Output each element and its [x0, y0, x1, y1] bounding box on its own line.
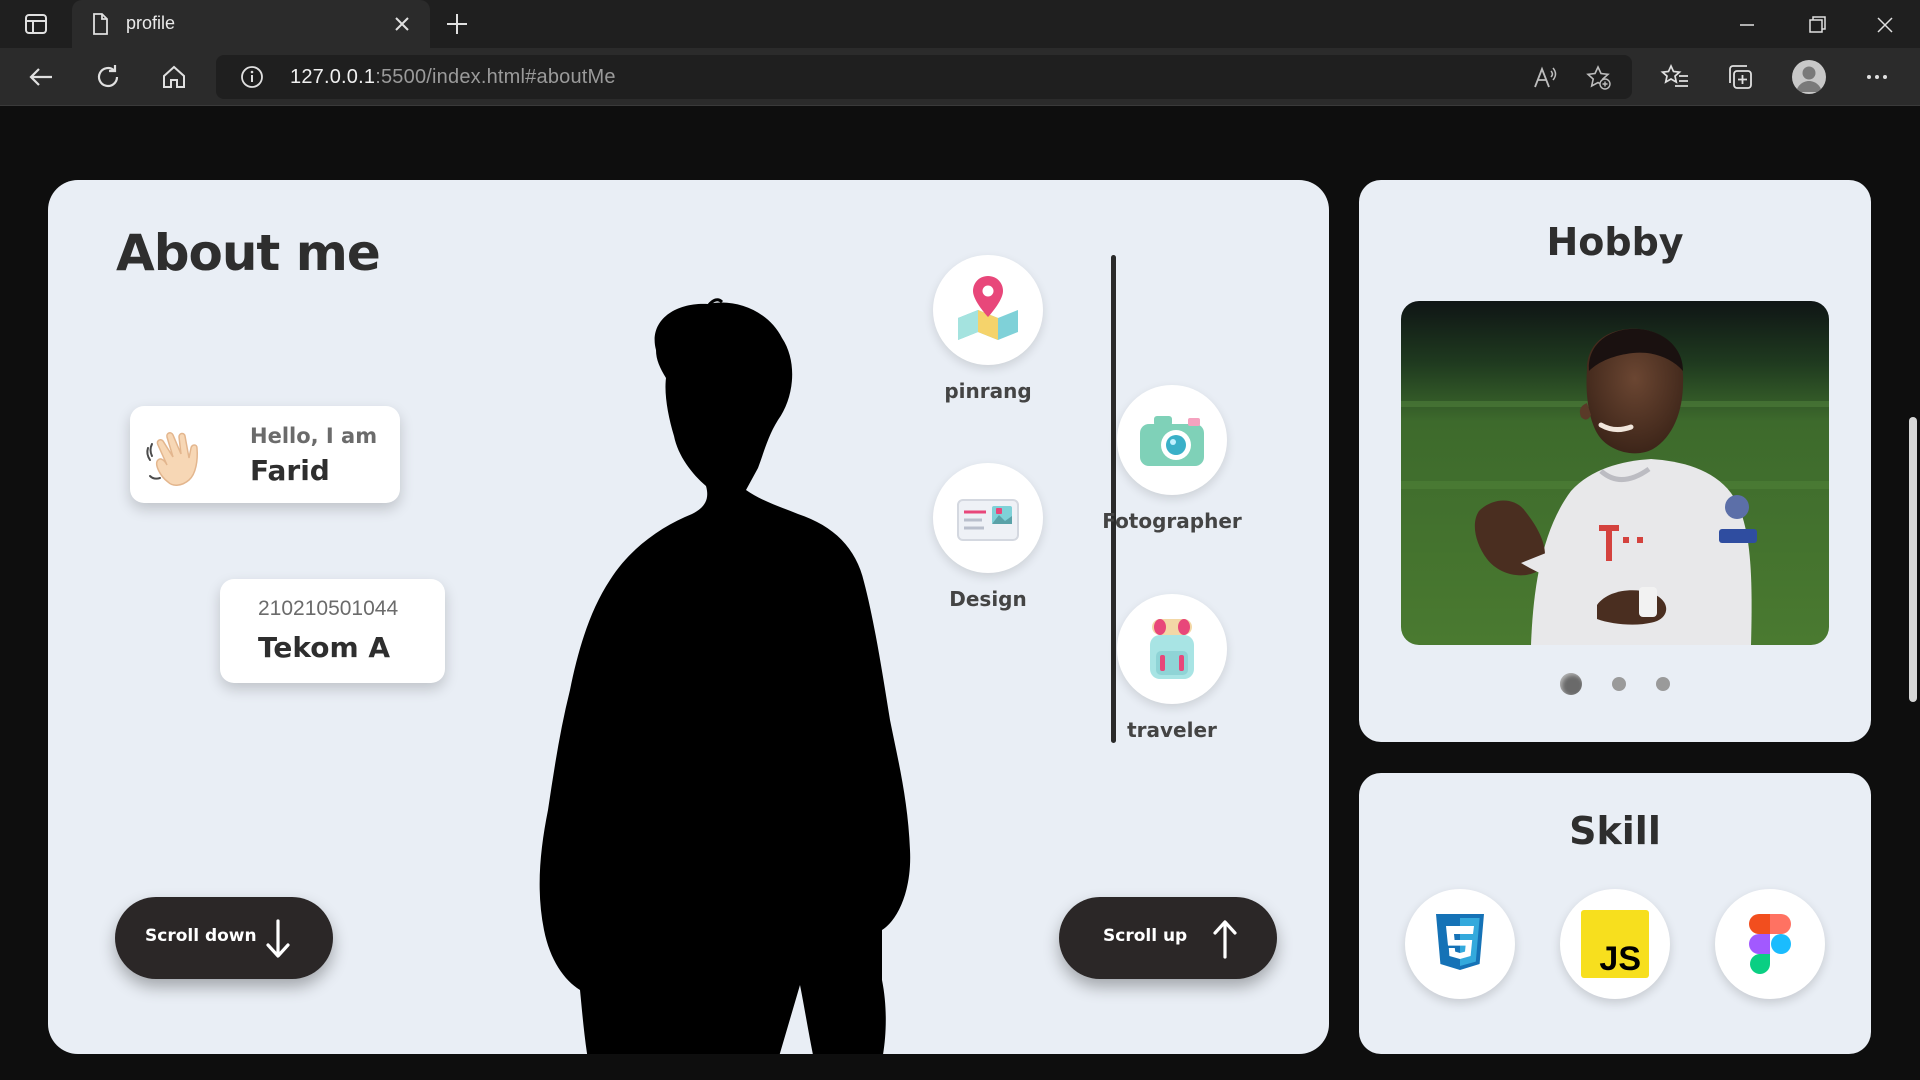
scroll-up-label: Scroll up: [1103, 926, 1188, 946]
hobby-design: Design: [913, 463, 1063, 611]
close-tab-icon[interactable]: [390, 12, 414, 36]
favorites-icon[interactable]: [1660, 62, 1690, 92]
waving-hand-icon: [144, 420, 216, 492]
backpack-icon: [1117, 594, 1227, 704]
restore-icon[interactable]: [1804, 12, 1830, 38]
back-icon[interactable]: [26, 62, 56, 92]
profile-avatar[interactable]: [1792, 60, 1826, 94]
hobby-label: Fotographer: [1102, 509, 1242, 533]
person-silhouette-image: [478, 290, 998, 1054]
about-me-section: About me Hello, I am Farid 210210501044 …: [48, 180, 1329, 1054]
skill-title: Skill: [1569, 809, 1661, 853]
user-name: Farid: [250, 454, 330, 487]
add-favorite-icon[interactable]: [1586, 65, 1612, 91]
arrow-down-icon: [265, 919, 291, 959]
css3-icon: [1405, 889, 1515, 999]
page-icon: [88, 12, 112, 36]
url-path: :5500/index.html#aboutMe: [375, 66, 616, 88]
figma-icon: [1715, 889, 1825, 999]
url-host: 127.0.0.1: [290, 66, 376, 88]
site-info-icon[interactable]: [240, 65, 264, 89]
address-bar[interactable]: 127.0.0.1:5500/index.html#aboutMe: [216, 55, 1632, 99]
hobby-photo: [1401, 301, 1829, 645]
page-scrollbar[interactable]: [1906, 107, 1920, 1080]
tab-title: profile: [126, 13, 176, 33]
greeting-text: Hello, I am: [250, 424, 378, 448]
map-pin-icon: [933, 255, 1043, 365]
more-menu-icon[interactable]: [1862, 62, 1892, 92]
hobby-pinrang: pinrang: [913, 255, 1063, 403]
browser-toolbar: 127.0.0.1:5500/index.html#aboutMe: [0, 48, 1920, 106]
student-info-card: 210210501044 Tekom A: [220, 579, 445, 683]
student-id: 210210501044: [258, 597, 399, 620]
svg-text:JS: JS: [1599, 940, 1641, 978]
hobby-traveler: traveler: [1097, 594, 1247, 742]
hobby-label: traveler: [1127, 718, 1217, 742]
scroll-up-button[interactable]: Scroll up: [1059, 897, 1277, 979]
collections-icon[interactable]: [1725, 62, 1755, 92]
scroll-down-button[interactable]: Scroll down: [115, 897, 333, 979]
url-text[interactable]: 127.0.0.1:5500/index.html#aboutMe: [290, 66, 616, 89]
reload-icon[interactable]: [93, 62, 123, 92]
tab-actions-icon[interactable]: [14, 10, 58, 38]
browser-tab-bar: profile: [0, 0, 1920, 48]
minimize-icon[interactable]: [1734, 12, 1760, 38]
scroll-down-label: Scroll down: [145, 926, 257, 946]
hobby-fotographer: Fotographer: [1097, 385, 1247, 533]
class-name: Tekom A: [258, 631, 391, 664]
read-aloud-icon[interactable]: [1532, 65, 1558, 91]
carousel-dot[interactable]: [1612, 677, 1626, 691]
scrollbar-thumb[interactable]: [1909, 417, 1917, 702]
javascript-icon: JS: [1560, 889, 1670, 999]
new-tab-icon[interactable]: [444, 11, 470, 37]
skill-panel: Skill JS: [1359, 773, 1871, 1054]
hobby-label: Design: [949, 587, 1027, 611]
home-icon[interactable]: [159, 62, 189, 92]
carousel-indicators: [1359, 673, 1871, 695]
postcard-icon: [933, 463, 1043, 573]
arrow-up-icon: [1212, 919, 1238, 959]
hobby-title: Hobby: [1546, 220, 1684, 264]
close-window-icon[interactable]: [1872, 12, 1898, 38]
hobby-label: pinrang: [944, 379, 1032, 403]
about-title: About me: [116, 224, 381, 282]
camera-icon: [1117, 385, 1227, 495]
carousel-dot[interactable]: [1560, 673, 1582, 695]
browser-tab[interactable]: profile: [72, 0, 430, 48]
greeting-card: Hello, I am Farid: [130, 406, 400, 503]
carousel-dot[interactable]: [1656, 677, 1670, 691]
hobby-panel: Hobby: [1359, 180, 1871, 742]
